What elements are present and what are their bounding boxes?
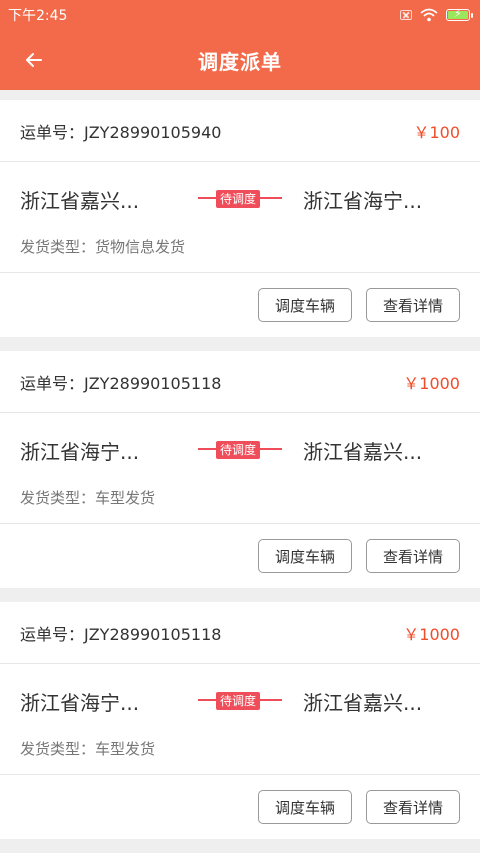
order-list: 运单号：JZY28990105940 ￥100 浙江省嘉兴... 待调度 浙江省… (0, 100, 480, 853)
app-bar: 调度派单 (0, 30, 480, 90)
status-badge: 待调度 (216, 692, 261, 710)
route-arrow: 待调度 (198, 688, 282, 714)
status-bar: 下午2:45 ⚡ (0, 0, 480, 30)
dispatch-vehicle-button[interactable]: 调度车辆 (258, 790, 352, 824)
view-details-button[interactable]: 查看详情 (366, 790, 460, 824)
order-header: 运单号：JZY28990105940 ￥100 (0, 100, 480, 162)
dispatch-vehicle-button[interactable]: 调度车辆 (258, 539, 352, 573)
shipment-type: 发货类型：车型发货 (0, 738, 480, 775)
back-button[interactable] (20, 46, 48, 74)
origin-city: 浙江省嘉兴... (20, 188, 140, 213)
order-header: 运单号：JZY28990105118 ￥1000 (0, 602, 480, 664)
sim-off-icon (400, 10, 412, 20)
shipment-type: 发货类型：货物信息发货 (0, 236, 480, 273)
wifi-icon (420, 8, 438, 22)
destination-city: 浙江省嘉兴... (303, 439, 423, 464)
battery-charging-icon: ⚡ (446, 8, 473, 21)
route-arrow: 待调度 (198, 437, 282, 463)
order-route: 浙江省海宁... 待调度 浙江省嘉兴... (0, 413, 480, 487)
order-card[interactable]: 运单号：JZY28990105118 ￥1000 浙江省海宁... 待调度 浙江… (0, 351, 480, 588)
status-time: 下午2:45 (8, 8, 68, 24)
origin-city: 浙江省海宁... (20, 690, 140, 715)
status-badge: 待调度 (216, 190, 261, 208)
order-route: 浙江省嘉兴... 待调度 浙江省海宁... (0, 162, 480, 236)
arrow-left-icon (26, 53, 42, 67)
shipment-type: 发货类型：车型发货 (0, 487, 480, 524)
destination-city: 浙江省嘉兴... (303, 690, 423, 715)
origin-city: 浙江省海宁... (20, 439, 140, 464)
order-route: 浙江省海宁... 待调度 浙江省嘉兴... (0, 664, 480, 738)
order-actions: 调度车辆 查看详情 (0, 273, 480, 337)
page-title: 调度派单 (198, 49, 282, 74)
order-price: ￥100 (413, 122, 460, 142)
view-details-button[interactable]: 查看详情 (366, 539, 460, 573)
order-number: 运单号：JZY28990105118 (20, 373, 222, 393)
order-actions: 调度车辆 查看详情 (0, 775, 480, 839)
status-badge: 待调度 (216, 441, 261, 459)
order-price: ￥1000 (403, 373, 460, 393)
status-icons: ⚡ (400, 8, 473, 22)
order-price: ￥1000 (403, 624, 460, 644)
order-number: 运单号：JZY28990105118 (20, 624, 222, 644)
order-actions: 调度车辆 查看详情 (0, 524, 480, 588)
view-details-button[interactable]: 查看详情 (366, 288, 460, 322)
route-arrow: 待调度 (198, 186, 282, 212)
order-card[interactable]: 运单号：JZY28990105118 ￥1000 浙江省海宁... 待调度 浙江… (0, 602, 480, 839)
destination-city: 浙江省海宁... (303, 188, 423, 213)
dispatch-vehicle-button[interactable]: 调度车辆 (258, 288, 352, 322)
order-header: 运单号：JZY28990105118 ￥1000 (0, 351, 480, 413)
order-card[interactable]: 运单号：JZY28990105940 ￥100 浙江省嘉兴... 待调度 浙江省… (0, 100, 480, 337)
order-number: 运单号：JZY28990105940 (20, 122, 222, 142)
